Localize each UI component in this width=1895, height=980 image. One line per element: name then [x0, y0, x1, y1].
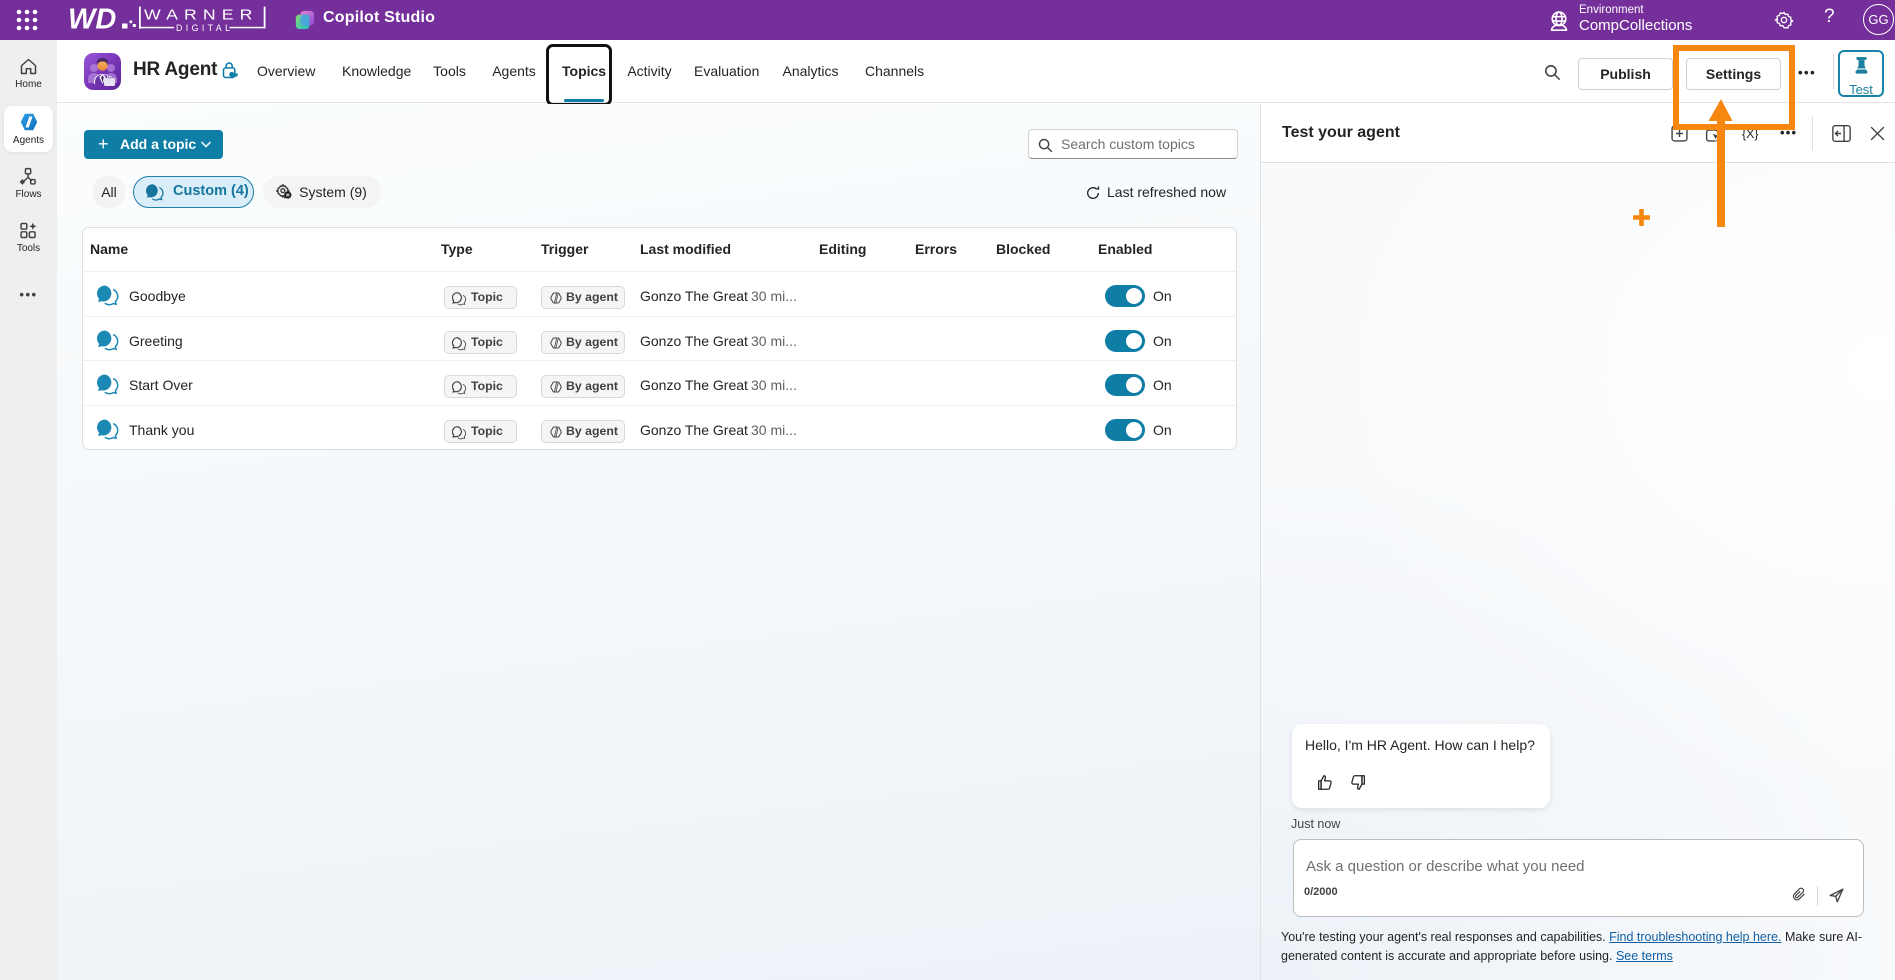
svg-text:WD: WD: [68, 4, 116, 36]
svg-text:DIGITAL: DIGITAL: [176, 23, 233, 33]
svg-text:WARNER: WARNER: [144, 7, 258, 23]
